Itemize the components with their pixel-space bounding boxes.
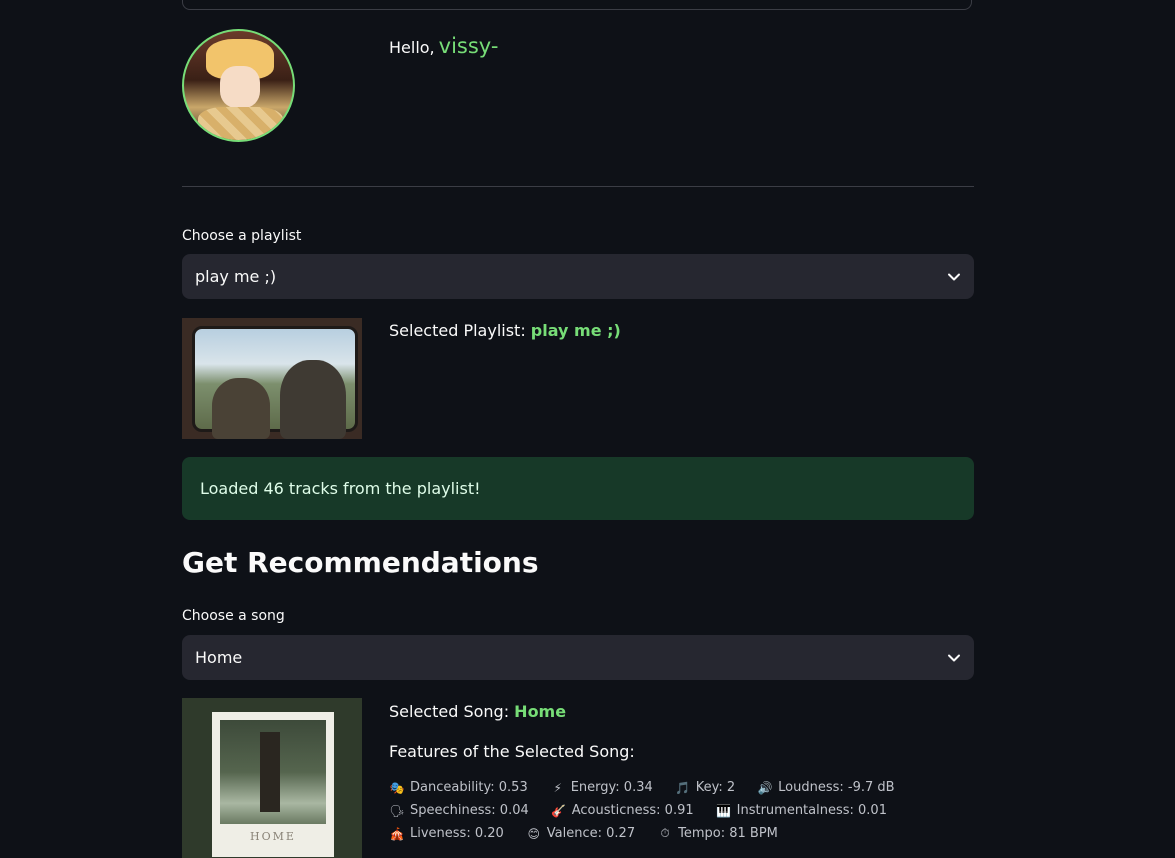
- music-note-icon: 🎵: [675, 780, 691, 795]
- features-row-3: 🎪 Liveness: 0.20 😊 Valence: 0.27 ⏱ Tempo: 8…: [389, 826, 778, 841]
- success-message: Loaded 46 tracks from the playlist!: [200, 479, 481, 498]
- greeting: Hello, vissy-: [389, 34, 498, 58]
- playlist-cover-image: [182, 318, 362, 439]
- divider: [182, 186, 974, 187]
- success-alert: Loaded 46 tracks from the playlist!: [182, 457, 974, 520]
- feature-acousticness: 🎸 Acousticness: 0.91: [551, 803, 694, 818]
- features-row-2: 🗣 Speechiness: 0.04 🎸 Acousticness: 0.91 🎹…: [389, 803, 887, 818]
- selected-playlist-prefix: Selected Playlist:: [389, 321, 526, 340]
- lightning-icon: ⚡: [553, 780, 562, 795]
- song-select[interactable]: Home: [182, 635, 974, 680]
- song-select-value: Home: [195, 648, 243, 667]
- masks-icon: 🎭: [389, 780, 405, 795]
- selected-playlist-name: play me ;): [530, 321, 621, 340]
- feature-instrumentalness: 🎹 Instrumentalness: 0.01: [716, 803, 887, 818]
- speaking-head-icon: 🗣: [389, 803, 405, 818]
- song-select-label: Choose a song: [182, 608, 285, 624]
- avatar: [182, 29, 295, 142]
- top-container: [182, 0, 972, 10]
- playlist-select-label: Choose a playlist: [182, 228, 302, 244]
- feature-valence: 😊 Valence: 0.27: [527, 826, 636, 841]
- section-heading: Get Recommendations: [182, 546, 539, 579]
- stopwatch-icon: ⏱: [660, 826, 670, 840]
- playlist-select[interactable]: play me ;): [182, 254, 974, 299]
- album-caption: HOME: [250, 830, 296, 843]
- selected-song: Selected Song: Home: [389, 702, 566, 721]
- feature-speechiness: 🗣 Speechiness: 0.04: [389, 803, 529, 818]
- feature-energy: ⚡ Energy: 0.34: [550, 780, 653, 795]
- selected-song-name: Home: [514, 702, 567, 721]
- features-title: Features of the Selected Song:: [389, 742, 635, 761]
- feature-liveness: 🎪 Liveness: 0.20: [389, 826, 504, 841]
- feature-key: 🎵 Key: 2: [675, 780, 736, 795]
- chevron-down-icon: [948, 654, 960, 661]
- chevron-down-icon: [948, 273, 960, 280]
- greeting-text: Hello,: [389, 38, 435, 57]
- guitar-icon: 🎸: [551, 803, 567, 818]
- username: vissy-: [438, 34, 499, 58]
- features-row-1: 🎭 Danceability: 0.53 ⚡ Energy: 0.34 🎵 Key: …: [389, 780, 895, 795]
- circus-tent-icon: 🎪: [389, 826, 405, 841]
- smile-icon: 😊: [527, 826, 541, 841]
- song-cover-image: HOME: [182, 698, 362, 858]
- piano-icon: 🎹: [716, 803, 732, 818]
- selected-playlist: Selected Playlist: play me ;): [389, 321, 621, 340]
- feature-loudness: 🔊 Loudness: -9.7 dB: [757, 780, 895, 795]
- feature-danceability: 🎭 Danceability: 0.53: [389, 780, 528, 795]
- speaker-icon: 🔊: [757, 780, 773, 795]
- feature-tempo: ⏱ Tempo: 81 BPM: [657, 826, 777, 841]
- selected-song-prefix: Selected Song:: [389, 702, 510, 721]
- playlist-select-value: play me ;): [195, 267, 277, 286]
